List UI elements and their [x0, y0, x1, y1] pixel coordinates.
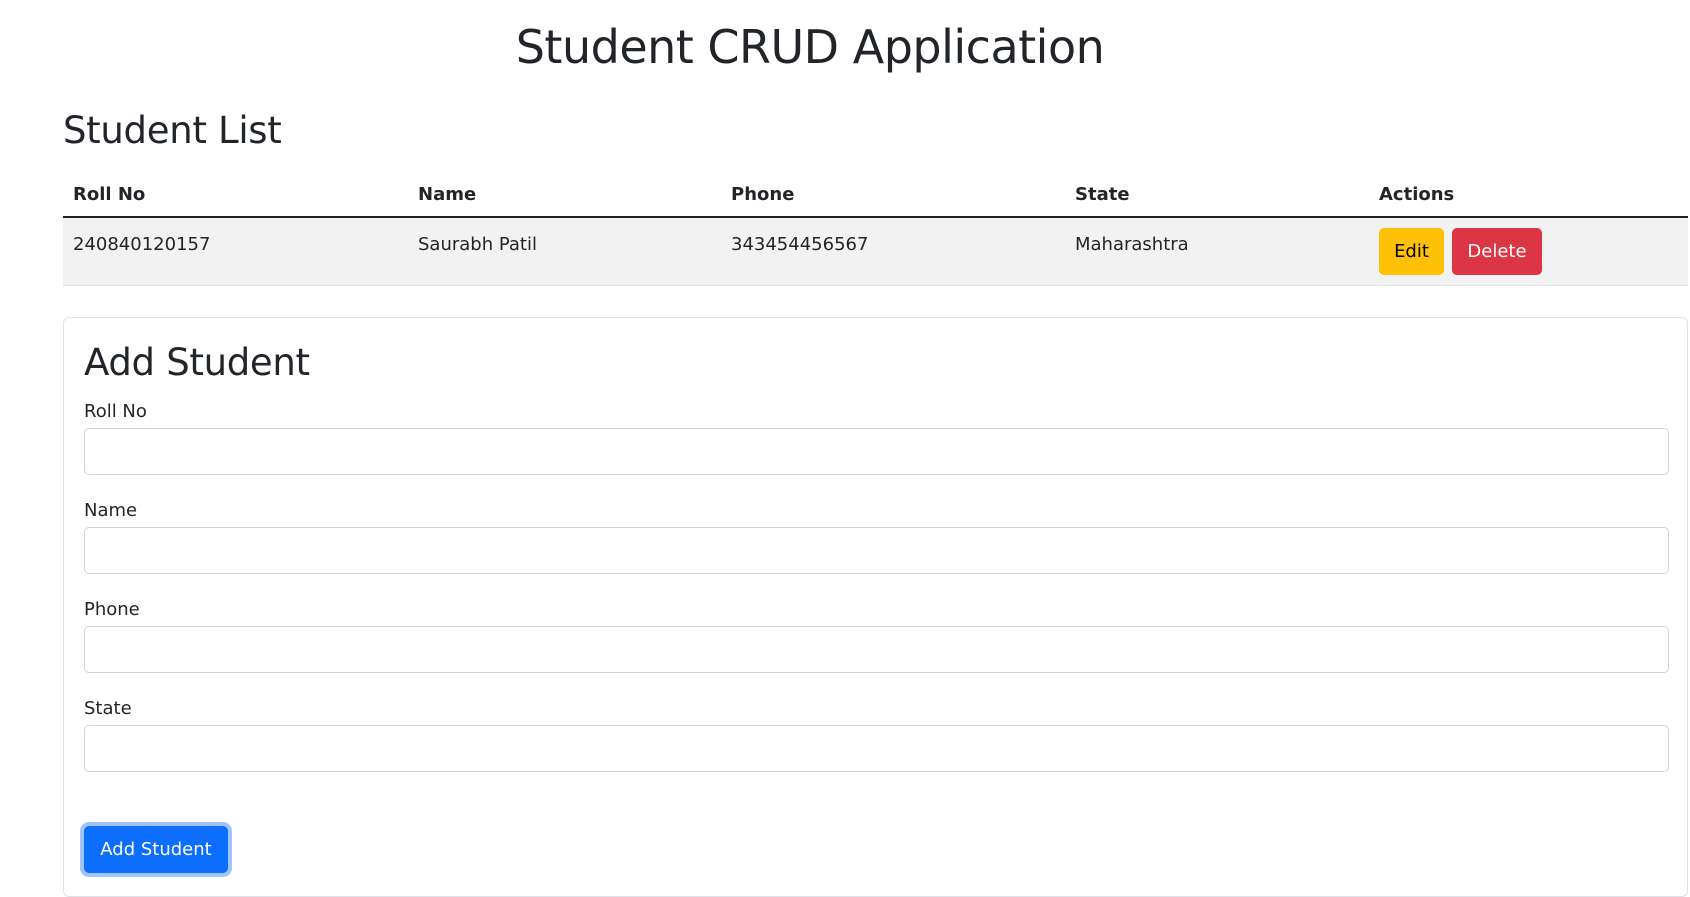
student-list-title: Student List: [63, 109, 282, 152]
roll-no-label: Roll No: [84, 401, 147, 422]
table-header-row: Roll No Name Phone State Actions: [63, 172, 1688, 218]
table-row: 240840120157 Saurabh Patil 343454456567 …: [63, 217, 1688, 286]
name-label: Name: [84, 500, 138, 521]
phone-label: Phone: [84, 599, 140, 620]
state-label: State: [84, 698, 132, 719]
column-header-state: State: [1065, 172, 1369, 218]
column-header-name: Name: [408, 172, 721, 218]
column-header-roll-no: Roll No: [63, 172, 408, 218]
roll-no-input[interactable]: [84, 428, 1669, 475]
state-input[interactable]: [84, 725, 1669, 772]
cell-actions: Edit Delete: [1369, 217, 1688, 286]
add-student-title: Add Student: [84, 341, 310, 384]
add-student-card: Add Student Roll No Name Phone State Add…: [63, 317, 1688, 897]
column-header-actions: Actions: [1369, 172, 1688, 218]
name-input[interactable]: [84, 527, 1669, 574]
edit-button[interactable]: Edit: [1379, 228, 1444, 275]
cell-roll-no: 240840120157: [63, 217, 408, 286]
delete-button[interactable]: Delete: [1452, 228, 1542, 275]
column-header-phone: Phone: [721, 172, 1065, 218]
add-student-button[interactable]: Add Student: [84, 826, 228, 873]
cell-name: Saurabh Patil: [408, 217, 721, 286]
phone-input[interactable]: [84, 626, 1669, 673]
cell-state: Maharashtra: [1065, 217, 1369, 286]
page-title: Student CRUD Application: [515, 20, 1105, 74]
student-table: Roll No Name Phone State Actions 2408401…: [63, 172, 1688, 286]
cell-phone: 343454456567: [721, 217, 1065, 286]
